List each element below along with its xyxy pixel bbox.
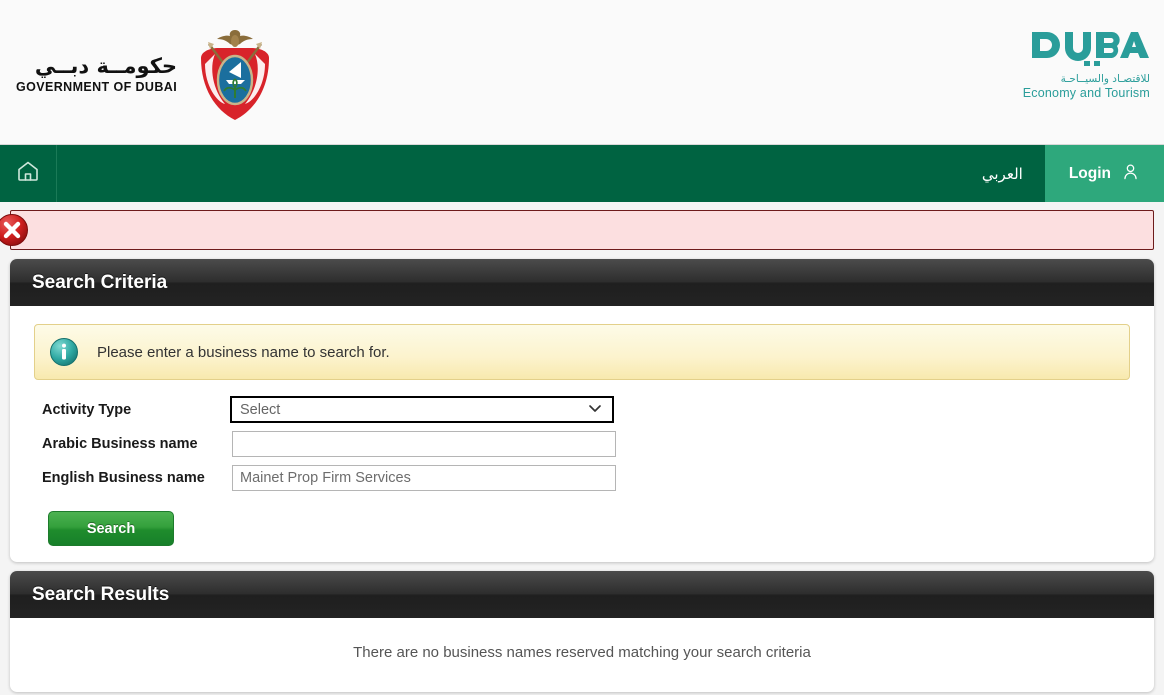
login-label: Login	[1068, 164, 1111, 182]
activity-type-label: Activity Type	[42, 401, 132, 418]
info-circle-icon	[49, 337, 79, 367]
search-results-body: There are no business names reserved mat…	[10, 618, 1154, 692]
home-button[interactable]	[0, 145, 57, 202]
form-row-arabic-business-name: Arabic Business name	[30, 431, 1134, 457]
search-results-title: Search Results	[10, 571, 1154, 618]
det-wordmark-icon	[1023, 28, 1150, 70]
error-circle-icon	[0, 213, 29, 247]
chevron-down-icon	[587, 400, 603, 420]
search-button[interactable]: Search	[48, 511, 174, 546]
search-criteria-card: Search Criteria Please enter a business …	[10, 259, 1154, 562]
form-row-activity-type: Activity Type Select	[30, 396, 1134, 423]
dubai-economy-tourism-logo: للاقتصـاد والسيــاحـة Economy and Touris…	[1023, 28, 1150, 100]
language-toggle-arabic[interactable]: العربي	[960, 145, 1045, 202]
det-logo-arabic: للاقتصـاد والسيــاحـة	[1060, 73, 1150, 85]
english-business-name-label: English Business name	[42, 470, 205, 486]
dubai-emblem-icon	[187, 24, 283, 124]
form-row-english-business-name: English Business name	[30, 465, 1134, 491]
government-of-dubai-text: حكومــة دبــي GOVERNMENT OF DUBAI	[16, 54, 177, 94]
brand-header: حكومــة دبــي GOVERNMENT OF DUBAI للاقتص…	[0, 0, 1164, 145]
government-of-dubai-logo: حكومــة دبــي GOVERNMENT OF DUBAI	[16, 24, 283, 124]
home-icon	[16, 159, 40, 188]
activity-type-select[interactable]: Select	[230, 396, 614, 423]
info-message-text: Please enter a business name to search f…	[97, 343, 390, 361]
info-message-box: Please enter a business name to search f…	[34, 324, 1130, 380]
gov-logo-arabic: حكومــة دبــي	[34, 53, 178, 78]
det-logo-english: Economy and Tourism	[1022, 86, 1150, 100]
arabic-business-name-input[interactable]	[232, 431, 616, 457]
main-navbar: العربي Login	[0, 145, 1164, 202]
search-results-card: Search Results There are no business nam…	[10, 571, 1154, 692]
search-results-empty-message: There are no business names reserved mat…	[353, 644, 811, 661]
activity-type-value: Select	[240, 401, 281, 418]
search-criteria-body: Please enter a business name to search f…	[10, 306, 1154, 562]
page-content: Search Criteria Please enter a business …	[0, 210, 1164, 692]
navbar-spacer	[57, 145, 960, 202]
arabic-business-name-label: Arabic Business name	[42, 436, 198, 452]
gov-logo-english: GOVERNMENT OF DUBAI	[16, 80, 178, 95]
login-button[interactable]: Login	[1044, 145, 1164, 202]
search-criteria-title: Search Criteria	[10, 259, 1154, 306]
error-alert	[0, 210, 1154, 250]
user-icon	[1121, 162, 1140, 186]
english-business-name-input[interactable]	[232, 465, 616, 491]
